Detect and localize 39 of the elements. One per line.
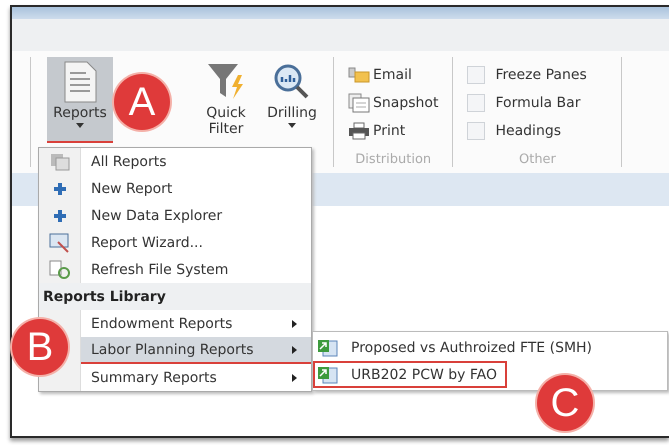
ribbon-small-button[interactable]: Print (348, 117, 406, 145)
menu-item[interactable]: New Report (81, 175, 311, 202)
spreadsheet-icon (317, 366, 339, 384)
submenu-item[interactable]: Proposed vs Authroized FTE (SMH) (313, 334, 602, 361)
group-label: Other (518, 152, 557, 167)
document-icon (63, 61, 97, 103)
submenu-arrow-icon (292, 374, 297, 382)
checkbox[interactable] (467, 66, 486, 84)
ribbon-button[interactable]: Reports (47, 57, 113, 143)
printer-icon (348, 122, 370, 140)
stack-icon (50, 152, 70, 170)
spreadsheet-icon (317, 338, 339, 356)
menu-item[interactable]: New Data Explorer (81, 202, 311, 229)
submenu-item[interactable]: URB202 PCW by FAO (313, 361, 508, 388)
menu-item[interactable]: Labor Planning Reports (81, 337, 311, 364)
group-label: Distribution (354, 152, 432, 167)
submenu-arrow-icon (292, 320, 297, 328)
submenu-arrow-icon (292, 346, 297, 354)
checkbox-label: Freeze Panes (495, 67, 587, 83)
snapshot-icon (348, 93, 370, 113)
menu-item[interactable]: Refresh File System (81, 256, 311, 283)
ribbon-small-button[interactable]: Snapshot (348, 89, 438, 117)
menu-item[interactable]: Summary Reports (81, 364, 311, 391)
menu-item[interactable]: Endowment Reports (81, 310, 311, 337)
menu-item[interactable]: Report Wizard... (81, 229, 311, 256)
ribbon-button[interactable]: Drilling (259, 57, 325, 130)
email-icon (348, 67, 370, 83)
checkbox[interactable] (467, 122, 486, 140)
ribbon-small-button[interactable]: Email (348, 61, 412, 89)
wizard-icon (49, 232, 71, 252)
menu-section-header: Reports Library (39, 283, 311, 310)
refresh-icon (49, 260, 71, 280)
plus-icon (53, 208, 67, 222)
menu-item[interactable]: All Reports (81, 148, 311, 175)
plus-icon (53, 182, 67, 196)
checkbox[interactable] (467, 94, 486, 112)
checkbox-label: Headings (495, 123, 562, 139)
ribbon-button[interactable]: Quick Filter (193, 57, 259, 139)
checkbox-label: Formula Bar (495, 95, 580, 111)
